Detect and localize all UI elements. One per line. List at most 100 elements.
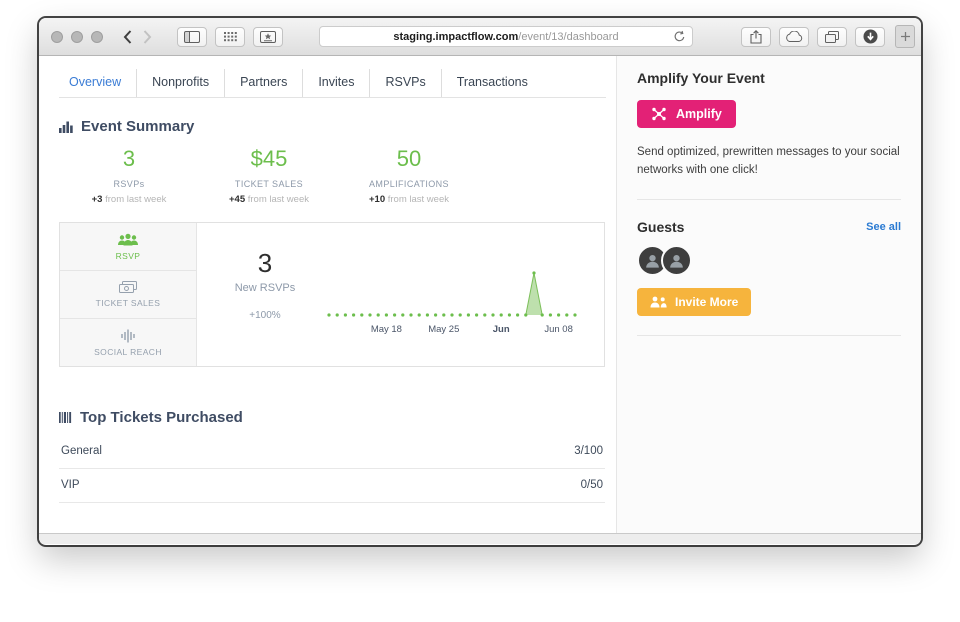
stat-value: $45 <box>250 146 288 171</box>
browser-toolbar: staging.impactflow.com/event/13/dashboar… <box>39 18 921 56</box>
dashboard-sidebar: Amplify Your Event Amplify Send optimize… <box>616 56 921 533</box>
top-tickets-table: General 3/100 VIP 0/50 <box>59 435 605 503</box>
new-tab-button[interactable] <box>895 25 915 48</box>
ticket-name: General <box>61 445 102 457</box>
invite-people-icon <box>650 296 667 308</box>
downloads-button[interactable] <box>855 26 885 47</box>
zoom-window-button[interactable] <box>91 30 103 43</box>
guests-title: Guests <box>637 218 685 235</box>
chart-headline: 3 New RSVPs +100% <box>209 223 321 366</box>
event-summary-heading: Event Summary <box>59 118 606 135</box>
url-path: /event/13/dashboard <box>518 30 619 43</box>
ticket-name: VIP <box>61 479 80 491</box>
download-icon <box>863 29 877 44</box>
url-host: staging.impactflow.com <box>393 30 519 43</box>
sidebar-divider <box>637 198 901 200</box>
chart-headline-label: New RSVPs <box>234 282 296 294</box>
browser-window: staging.impactflow.com/event/13/dashboar… <box>39 18 921 545</box>
grid-icon <box>223 31 237 41</box>
barcode-icon <box>59 412 72 423</box>
tab-invites[interactable]: Invites <box>303 69 371 97</box>
pulse-icon <box>121 329 135 342</box>
favorites-button[interactable] <box>253 26 283 47</box>
person-silhouette-icon <box>646 254 659 268</box>
close-window-button[interactable] <box>51 30 63 43</box>
stat-delta: +45 from last week <box>228 194 309 205</box>
top-tickets-title: Top Tickets Purchased <box>80 409 243 426</box>
summary-stats: 3 RSVPs +3 from last week $45 TICKET SAL… <box>59 146 479 205</box>
metric-tab-label: TICKET SALES <box>95 298 161 308</box>
guest-avatar[interactable] <box>661 244 692 276</box>
tab-rsvps[interactable]: RSVPs <box>370 69 442 97</box>
stat-value: 3 <box>122 146 136 171</box>
rsvp-chart-region: 3 New RSVPs +100% May 18 May 25 Jun Jun 08 <box>197 223 604 366</box>
amplify-button[interactable]: Amplify <box>637 100 736 128</box>
show-tabs-button[interactable] <box>817 26 847 47</box>
dashboard-tab-bar: Overview Nonprofits Partners Invites RSV… <box>59 69 606 98</box>
stat-ticket-sales: $45 TICKET SALES +45 from last week <box>199 146 339 205</box>
stat-delta: +10 from last week <box>368 194 449 205</box>
event-summary-title: Event Summary <box>81 118 195 135</box>
window-bottom-bar <box>39 533 921 544</box>
metric-tab-social-reach[interactable]: SOCIAL REACH <box>60 319 196 366</box>
amplify-button-label: Amplify <box>676 107 722 121</box>
tab-partners[interactable]: Partners <box>225 69 304 97</box>
people-icon <box>118 233 138 245</box>
metric-tab-rsvp[interactable]: RSVP <box>60 223 196 271</box>
refresh-icon <box>674 30 685 42</box>
metrics-panel: RSVP TICKET SALES SOCIAL REACH 3 New RSV… <box>59 222 605 367</box>
stat-rsvps: 3 RSVPs +3 from last week <box>59 146 199 205</box>
invite-more-label: Invite More <box>675 294 739 309</box>
stat-delta: +3 from last week <box>91 194 167 205</box>
chevron-left-icon <box>123 29 131 44</box>
money-icon <box>119 281 137 293</box>
share-network-icon <box>652 107 666 121</box>
sidebar-toggle-button[interactable] <box>177 26 207 47</box>
metric-tab-label: RSVP <box>115 250 141 261</box>
top-tickets-heading: Top Tickets Purchased <box>59 409 606 426</box>
ticket-row-vip: VIP 0/50 <box>59 469 605 503</box>
ticket-count: 3/100 <box>574 445 603 457</box>
stat-value: 50 <box>396 146 422 171</box>
svg-text:Jun 08: Jun 08 <box>544 324 573 335</box>
cloud-icon <box>786 30 803 42</box>
stat-label: RSVPs <box>113 179 145 189</box>
guest-avatar-list <box>637 244 901 276</box>
sidebar-divider <box>637 334 901 336</box>
star-box-icon <box>260 30 276 43</box>
svg-text:May 18: May 18 <box>371 324 402 335</box>
address-bar[interactable]: staging.impactflow.com/event/13/dashboar… <box>319 26 693 47</box>
see-all-link[interactable]: See all <box>866 221 901 233</box>
stat-amplifications: 50 AMPLIFICATIONS +10 from last week <box>339 146 479 205</box>
tabs-icon <box>825 30 839 43</box>
svg-text:Jun: Jun <box>493 324 510 335</box>
top-sites-button[interactable] <box>215 26 245 47</box>
dashboard-main: Overview Nonprofits Partners Invites RSV… <box>39 56 616 533</box>
metric-tab-column: RSVP TICKET SALES SOCIAL REACH <box>60 223 197 366</box>
share-icon <box>750 29 762 44</box>
rsvp-sparkline-chart: May 18 May 25 Jun Jun 08 <box>327 271 577 335</box>
reload-button[interactable] <box>673 30 686 46</box>
back-button[interactable] <box>117 26 137 48</box>
tab-transactions[interactable]: Transactions <box>442 69 543 97</box>
person-silhouette-icon <box>670 254 683 268</box>
plus-icon <box>900 32 910 41</box>
metric-tab-ticket-sales[interactable]: TICKET SALES <box>60 271 196 319</box>
minimize-window-button[interactable] <box>71 30 83 43</box>
traffic-lights <box>51 30 103 43</box>
amplify-description: Send optimized, prewritten messages to y… <box>637 146 900 176</box>
stat-label: TICKET SALES <box>234 179 304 189</box>
forward-button[interactable] <box>137 26 157 48</box>
ticket-count: 0/50 <box>580 479 603 491</box>
bar-chart-icon <box>59 121 73 133</box>
ticket-row-general: General 3/100 <box>59 435 605 469</box>
tab-overview[interactable]: Overview <box>59 69 138 97</box>
chart-headline-delta: +100% <box>249 310 281 321</box>
tab-nonprofits[interactable]: Nonprofits <box>137 69 226 97</box>
share-button[interactable] <box>741 26 771 47</box>
amplify-section-title: Amplify Your Event <box>637 70 765 86</box>
chevron-right-icon <box>143 29 151 44</box>
icloud-button[interactable] <box>779 26 809 47</box>
metric-tab-label: SOCIAL REACH <box>94 346 162 357</box>
invite-more-button[interactable]: Invite More <box>637 287 752 316</box>
